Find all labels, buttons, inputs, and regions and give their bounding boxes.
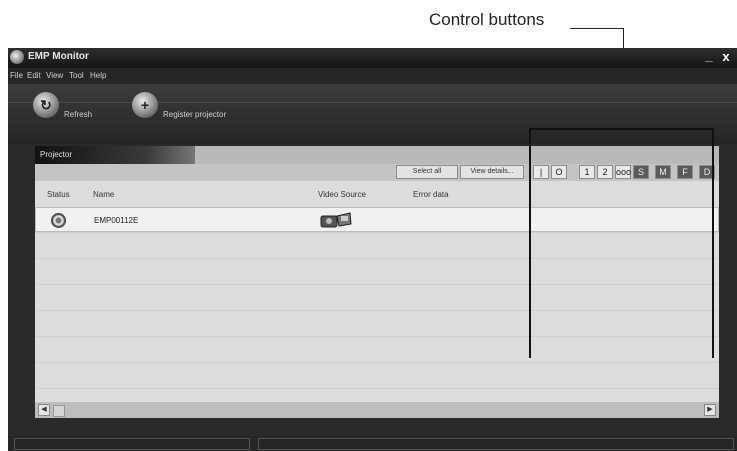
register-projector-label[interactable]: Register projector xyxy=(163,110,226,119)
table-row[interactable]: EMP00112E xyxy=(35,207,719,232)
view-details-button[interactable]: View details... xyxy=(460,165,524,179)
video-source-icon xyxy=(320,212,352,228)
status-segment-right xyxy=(258,438,734,450)
scroll-right-icon[interactable]: ▶ xyxy=(704,404,716,416)
menu-file[interactable]: File xyxy=(10,71,23,80)
column-video-source[interactable]: Video Source xyxy=(318,190,366,199)
projector-tab-label: Projector xyxy=(40,150,73,159)
toolbar: ↻ Refresh + Register projector xyxy=(8,84,737,144)
horizontal-scrollbar[interactable]: ◀ ▶ xyxy=(35,402,719,418)
table-header: Status Name Video Source Error data xyxy=(35,181,719,207)
projector-name: EMP00112E xyxy=(94,216,139,225)
table-body xyxy=(35,207,719,402)
scroll-left-icon[interactable]: ◀ xyxy=(38,404,50,416)
tab-strip xyxy=(195,146,719,164)
refresh-button-label[interactable]: Refresh xyxy=(64,110,92,119)
callout-leader-horizontal xyxy=(570,28,623,29)
register-projector-icon[interactable]: + xyxy=(132,92,158,118)
computer-1-source-icon[interactable]: 1 xyxy=(579,165,595,179)
select-all-button[interactable]: Select all xyxy=(396,165,458,179)
menu-edit[interactable]: Edit xyxy=(27,71,41,80)
app-icon xyxy=(10,50,24,64)
action-row: Select all View details... | O 1 2 ooo S… xyxy=(35,164,719,181)
computer-2-source-icon[interactable]: 2 xyxy=(597,165,613,179)
refresh-icon[interactable]: ↻ xyxy=(33,92,59,118)
window-title: EMP Monitor xyxy=(28,51,89,62)
callout-label: Control buttons xyxy=(429,10,545,29)
power-on-icon[interactable]: | xyxy=(533,165,549,179)
title-bar: EMP Monitor _ x xyxy=(8,48,737,68)
close-button[interactable]: x xyxy=(719,50,733,65)
video-source-icon[interactable]: ooo xyxy=(615,165,631,179)
app-window: EMP Monitor _ x File Edit View Tool Help… xyxy=(8,48,737,451)
menu-view[interactable]: View xyxy=(46,71,63,80)
column-status[interactable]: Status xyxy=(47,190,70,199)
power-off-icon[interactable]: O xyxy=(551,165,567,179)
s-video-source-icon[interactable]: S xyxy=(633,165,649,179)
status-bar xyxy=(8,436,737,451)
minimize-button[interactable]: _ xyxy=(702,49,716,65)
menu-bar: File Edit View Tool Help xyxy=(8,68,737,84)
status-segment-left xyxy=(14,438,250,450)
projector-tab[interactable]: Projector xyxy=(35,146,195,164)
menu-help[interactable]: Help xyxy=(90,71,106,80)
display-icon[interactable]: D xyxy=(699,165,715,179)
column-name[interactable]: Name xyxy=(93,190,114,199)
column-error-data[interactable]: Error data xyxy=(413,190,449,199)
projector-panel: Projector Select all View details... | O… xyxy=(35,146,719,418)
toolbar-divider xyxy=(8,102,737,103)
av-mute-icon[interactable]: M xyxy=(655,165,671,179)
status-icon xyxy=(51,213,66,228)
menu-tool[interactable]: Tool xyxy=(69,71,84,80)
scroll-thumb[interactable] xyxy=(53,405,65,417)
freeze-icon[interactable]: F xyxy=(677,165,693,179)
